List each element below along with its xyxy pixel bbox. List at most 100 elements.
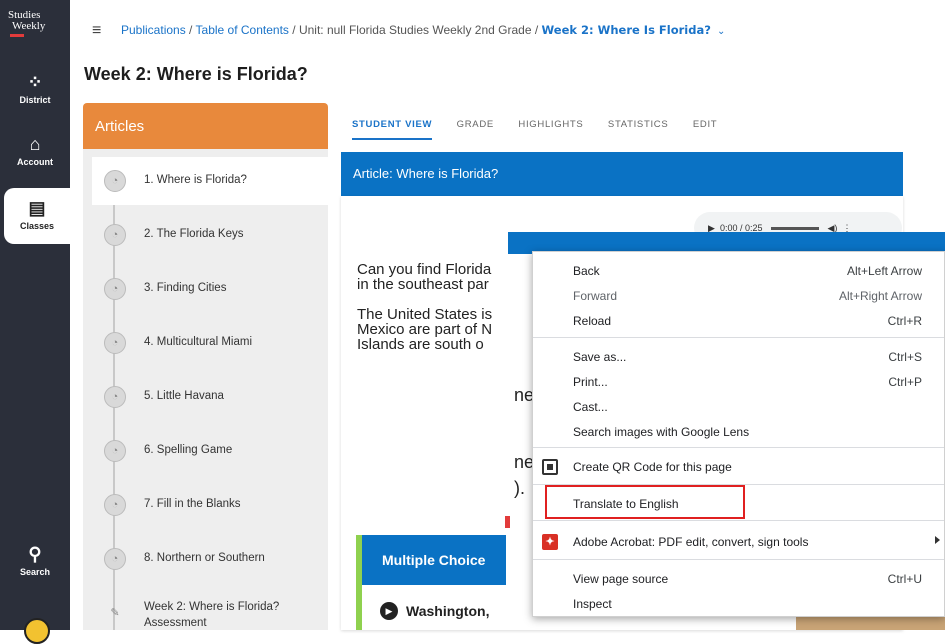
article-item-3[interactable]: ◔ 3. Finding Cities [92,265,328,313]
menu-item-shortcut: Ctrl+R [887,314,922,328]
article-item-4[interactable]: ◔ 4. Multicultural Miami [92,319,328,367]
menu-item-shortcut: Ctrl+P [888,375,922,389]
menu-item-shortcut: Ctrl+U [887,572,922,586]
articles-header: Articles [83,103,328,149]
menu-item-label: Cast... [573,400,608,414]
photo-thumbnail [796,615,945,630]
paragraph-line: in the southeast par [357,276,489,292]
menu-item-adobe-acrobat[interactable]: ✦ Adobe Acrobat: PDF edit, convert, sign… [533,530,944,554]
menu-item-label: Search images with Google Lens [573,425,750,439]
tab-highlights[interactable]: HIGHLIGHTS [518,119,583,138]
menu-item-label: Save as... [573,350,627,364]
article-item-7[interactable]: ◔ 7. Fill in the Blanks [92,481,328,529]
article-item-label: 8. Northern or Southern [144,552,265,564]
left-rail: Studies Weekly ⁘ District ⌂ Account ▤ Cl… [0,0,70,644]
menu-item-shortcut: Ctrl+S [888,350,922,364]
rail-item-classes-label: Classes [19,221,55,231]
breadcrumb-publications[interactable]: Publications [121,23,186,37]
classes-icon: ▤ [28,198,46,218]
rail-item-account[interactable]: ⌂ Account [0,134,70,167]
article-item-label: 6. Spelling Game [144,444,233,456]
article-item-label: 7. Fill in the Blanks [144,498,241,510]
article-status-icon: ◔ [104,440,126,462]
tab-edit[interactable]: EDIT [693,119,717,138]
assessment-line1: Week 2: Where is Florida? [144,601,280,613]
menu-separator [533,559,944,560]
article-item-6[interactable]: ◔ 6. Spelling Game [92,427,328,475]
article-item-5[interactable]: ◔ 5. Little Havana [92,373,328,421]
submenu-arrow-icon [935,536,940,544]
article-status-icon: ◔ [104,386,126,408]
menu-item-inspect[interactable]: Inspect [533,592,944,616]
tab-grade[interactable]: GRADE [457,119,494,138]
translate-highlight-box [545,485,745,519]
menu-item-back[interactable]: Back Alt+Left Arrow [533,259,944,283]
red-marker [505,516,510,528]
menu-item-label: Forward [573,289,618,303]
menu-item-reload[interactable]: Reload Ctrl+R [533,309,944,333]
breadcrumb-separator: / [185,23,196,37]
menu-item-view-source[interactable]: View page source Ctrl+U [533,567,944,591]
article-item-label: 4. Multicultural Miami [144,336,252,348]
assessment-line2: Assessment [144,617,207,629]
search-icon: ⚲ [28,544,42,564]
rail-item-classes[interactable]: ▤ Classes [4,188,70,244]
menu-separator [533,447,944,448]
article-item-2[interactable]: ◔ 2. The Florida Keys [92,211,328,259]
play-circle-icon[interactable]: ▶ [380,602,398,620]
menu-item-qr-code[interactable]: Create QR Code for this page [533,455,944,479]
menu-item-cast[interactable]: Cast... [533,395,944,419]
tab-statistics[interactable]: STATISTICS [608,119,668,138]
account-icon: ⌂ [29,134,41,154]
mc-option[interactable]: Washington, [406,603,489,619]
article-status-icon: ◔ [104,548,126,570]
menu-separator [533,337,944,338]
menu-item-label: Back [573,264,600,278]
article-header: Article: Where is Florida? [341,152,903,196]
article-item-1[interactable]: ◔ 1. Where is Florida? [92,157,328,205]
menu-item-label: Print... [573,375,608,389]
rail-item-account-label: Account [17,157,53,167]
menu-item-label: Adobe Acrobat: PDF edit, convert, sign t… [573,535,809,549]
avatar[interactable] [24,618,50,644]
hamburger-menu-icon[interactable]: ≡ [92,22,101,40]
paragraph-line: Islands are south o [357,336,484,352]
article-item-label: 1. Where is Florida? [144,174,247,186]
breadcrumb: Publications / Table of Contents / Unit:… [121,23,725,37]
audio-progress-slider[interactable] [771,227,819,231]
breadcrumb-unit: Unit: null Florida Studies Weekly 2nd Gr… [298,23,532,37]
chevron-down-icon[interactable]: ⌄ [714,26,725,37]
page-title: Week 2: Where is Florida? [84,64,308,84]
article-item-label: Week 2: Where is Florida? Assessment [144,599,279,631]
menu-item-forward[interactable]: Forward Alt+Right Arrow [533,284,944,308]
article-item-label: 5. Little Havana [144,390,224,402]
article-item-label: 2. The Florida Keys [144,228,244,240]
district-icon: ⁘ [27,72,43,92]
article-item-label: 3. Finding Cities [144,282,227,294]
rail-item-district[interactable]: ⁘ District [0,72,70,105]
menu-item-print[interactable]: Print... Ctrl+P [533,370,944,394]
pencil-icon: ✎ [110,607,120,619]
context-menu: Back Alt+Left Arrow Forward Alt+Right Ar… [532,251,945,617]
menu-item-label: Inspect [573,597,612,611]
menu-separator [533,520,944,521]
menu-item-shortcut: Alt+Left Arrow [846,264,922,278]
breadcrumb-toc[interactable]: Table of Contents [196,23,289,37]
article-status-icon: ◔ [104,170,126,192]
breadcrumb-current[interactable]: Week 2: Where Is Florida? [542,23,711,37]
multiple-choice-header: Multiple Choice [356,535,506,585]
rail-item-search[interactable]: ⚲ Search [0,544,70,577]
menu-item-label: Create QR Code for this page [573,460,732,474]
article-item-8[interactable]: ◔ 8. Northern or Southern [92,535,328,583]
article-status-icon: ◔ [104,332,126,354]
rail-item-district-label: District [19,95,51,105]
rail-item-search-label: Search [19,567,51,577]
menu-item-google-lens[interactable]: Search images with Google Lens [533,420,944,444]
qr-code-icon [542,459,558,475]
tab-student-view[interactable]: STUDENT VIEW [352,119,433,140]
menu-item-save-as[interactable]: Save as... Ctrl+S [533,345,944,369]
article-paragraph-1: Can you find Florida in the southeast pa… [357,262,507,292]
text-fragment: ). [514,478,525,498]
studies-weekly-logo[interactable]: Studies Weekly [8,10,62,40]
article-item-assessment[interactable]: ✎ Week 2: Where is Florida? Assessment [92,590,328,630]
